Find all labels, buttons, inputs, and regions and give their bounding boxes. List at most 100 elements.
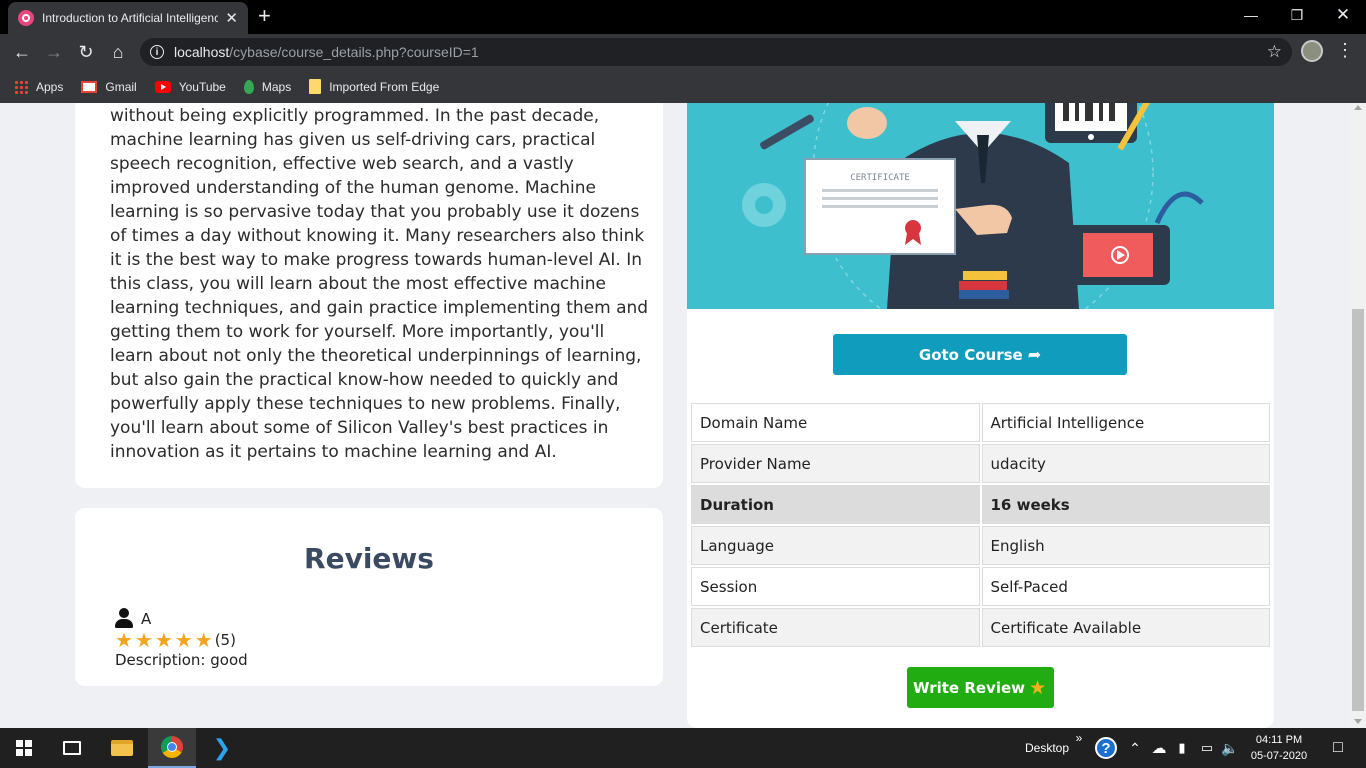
help-icon: ?	[1095, 737, 1117, 759]
detail-value: 16 weeks	[981, 485, 1270, 524]
bookmark-youtube[interactable]: YouTube	[154, 79, 226, 94]
bookmark-gmail[interactable]: Gmail	[81, 79, 137, 94]
user-icon	[115, 608, 133, 628]
onedrive-icon[interactable]: ☁	[1148, 728, 1170, 768]
review-rating: ★ ★ ★ ★ ★ (5)	[115, 629, 248, 651]
bookmark-label: YouTube	[178, 79, 226, 94]
scroll-up-arrow-icon[interactable]	[1354, 105, 1362, 110]
bookmark-label: Gmail	[105, 79, 137, 94]
share-arrow-icon: ➦	[1027, 345, 1042, 364]
clock-text: 04:11 PM 05-07-2020	[1251, 732, 1307, 764]
detail-value: udacity	[981, 444, 1270, 483]
site-info-icon[interactable]: i	[150, 45, 164, 59]
maps-icon	[243, 79, 254, 94]
home-icon[interactable]: ⌂	[104, 38, 132, 66]
detail-value: Certificate Available	[981, 608, 1270, 647]
course-details-table: Domain Name Artificial Intelligence Prov…	[689, 401, 1272, 649]
desktop-toolbar[interactable]: Desktop	[1022, 728, 1072, 768]
bookmark-apps[interactable]: Apps	[14, 79, 63, 94]
minimize-icon[interactable]: —	[1228, 0, 1274, 30]
vscode-taskbar-button[interactable]: ❯	[198, 728, 246, 768]
tab-title: Introduction to Artificial Intelligence	[42, 11, 218, 25]
detail-value: Artificial Intelligence	[981, 403, 1270, 442]
detail-label: Provider Name	[691, 444, 980, 483]
bookmark-star-icon[interactable]: ☆	[1267, 42, 1282, 62]
review-item: A ★ ★ ★ ★ ★ (5) Description: good	[115, 608, 248, 669]
review-description: Description: good	[115, 651, 248, 669]
detail-label: Language	[691, 526, 980, 565]
tray-expand-icon[interactable]: ⌃	[1126, 728, 1144, 768]
star-icon: ★	[1029, 676, 1047, 699]
table-row: Provider Name udacity	[691, 444, 1270, 483]
star-icon: ★	[194, 628, 213, 652]
help-tray-button[interactable]: ?	[1092, 728, 1120, 768]
clock[interactable]: 04:11 PM 05-07-2020	[1244, 728, 1314, 768]
course-info-card: CERTIFICATE Goto Course ➦ Domain Name Ar…	[687, 103, 1274, 728]
star-icon: ★	[154, 628, 173, 652]
chrome-taskbar-button[interactable]	[148, 728, 196, 768]
gmail-icon	[81, 80, 98, 93]
reload-icon[interactable]: ↻	[72, 38, 100, 66]
star-icon: ★	[174, 628, 193, 652]
forward-arrow-icon[interactable]: →	[40, 38, 68, 66]
table-row: Domain Name Artificial Intelligence	[691, 403, 1270, 442]
apps-grid-icon	[14, 79, 28, 94]
chevron-right-icon: »	[1075, 731, 1083, 745]
rating-count: (5)	[214, 631, 236, 649]
address-bar[interactable]: i localhost/cybase/course_details.php?co…	[140, 38, 1292, 66]
browser-tab[interactable]: Introduction to Artificial Intelligence …	[8, 2, 248, 34]
star-icon: ★	[134, 628, 153, 652]
new-tab-button[interactable]: +	[258, 4, 271, 28]
back-arrow-icon[interactable]: ←	[8, 38, 36, 66]
goto-course-button[interactable]: Goto Course ➦	[833, 334, 1127, 375]
scroll-down-arrow-icon[interactable]	[1354, 719, 1362, 724]
browser-titlebar: Introduction to Artificial Intelligence …	[0, 0, 1366, 34]
notifications-icon[interactable]: □	[1318, 728, 1358, 768]
review-user: A	[115, 608, 248, 628]
window-close-icon[interactable]: ✕	[1320, 0, 1366, 30]
detail-label: Session	[691, 567, 980, 606]
bookmark-label: Imported From Edge	[329, 79, 440, 94]
certificate-label: CERTIFICATE	[850, 173, 910, 183]
site-favicon-icon	[18, 10, 34, 26]
profile-avatar[interactable]	[1301, 40, 1323, 62]
clock-time: 04:11 PM	[1255, 734, 1303, 746]
page-scrollbar[interactable]	[1350, 103, 1366, 728]
task-view-icon	[63, 741, 81, 755]
network-icon[interactable]: ▭	[1196, 728, 1218, 768]
desktop-label: Desktop	[1024, 741, 1070, 755]
url-host: localhost	[174, 44, 230, 60]
star-icon: ★	[115, 628, 133, 652]
file-explorer-icon	[111, 740, 133, 756]
certificate-illustration: CERTIFICATE	[742, 103, 1204, 309]
vscode-icon: ❯	[212, 735, 232, 761]
write-review-label: Write Review	[912, 678, 1025, 697]
bookmark-imported-from-edge[interactable]: Imported From Edge	[309, 79, 439, 94]
course-description: without being explicitly programmed. In …	[110, 106, 649, 462]
bookmark-label: Maps	[261, 79, 292, 94]
detail-label: Duration	[691, 485, 980, 524]
clock-date: 05-07-2020	[1250, 750, 1308, 762]
bookmark-maps[interactable]: Maps	[243, 79, 292, 94]
table-row: Certificate Certificate Available	[691, 608, 1270, 647]
page-viewport: without being explicitly programmed. In …	[0, 103, 1350, 728]
file-explorer-button[interactable]	[98, 728, 146, 768]
scrollbar-thumb[interactable]	[1352, 309, 1364, 711]
course-description-card: without being explicitly programmed. In …	[75, 103, 663, 488]
detail-label: Domain Name	[691, 403, 980, 442]
browser-menu-icon[interactable]: ⋮	[1336, 40, 1354, 60]
battery-icon[interactable]: ▮	[1172, 728, 1192, 768]
write-review-button[interactable]: Write Review ★	[907, 667, 1054, 708]
start-button[interactable]	[0, 728, 48, 768]
volume-icon[interactable]: 🔈	[1220, 728, 1240, 768]
youtube-icon	[154, 80, 171, 93]
detail-value: English	[981, 526, 1270, 565]
folder-icon	[309, 79, 322, 94]
tab-close-icon[interactable]: ✕	[225, 9, 238, 27]
goto-course-label: Goto Course	[918, 345, 1023, 364]
task-view-button[interactable]	[48, 728, 96, 768]
restore-icon[interactable]: ❐	[1274, 0, 1320, 30]
bookmarks-bar: Apps Gmail YouTube Maps Imported From Ed…	[0, 70, 1366, 103]
toolbar-expand[interactable]: »	[1072, 728, 1086, 768]
reviews-card: Reviews A ★ ★ ★ ★ ★ (5) Description: goo…	[75, 508, 663, 686]
